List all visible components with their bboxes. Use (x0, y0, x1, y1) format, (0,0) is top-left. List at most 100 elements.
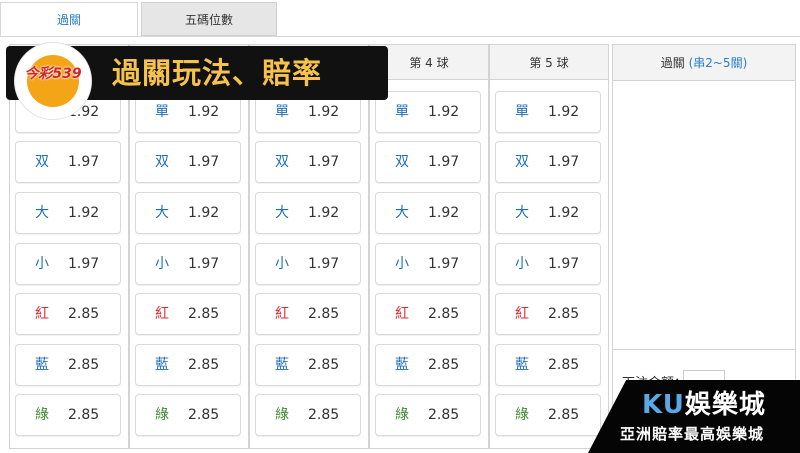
tab-parlay[interactable]: 過關 (0, 2, 138, 36)
ball-column-3: 第 3 球單1.92双1.97大1.92小1.97紅2.85藍2.85綠2.85 (249, 44, 369, 449)
odds-option-value: 2.85 (428, 407, 460, 423)
odds-option-label: 小 (395, 256, 409, 272)
odds-option[interactable]: 綠 2.85 (495, 394, 601, 436)
odds-option[interactable]: 大 1.92 (135, 192, 241, 234)
odds-option-label: 藍 (35, 357, 49, 373)
odds-option-label: 藍 (515, 357, 529, 373)
odds-option-label: 大 (515, 205, 529, 221)
odds-option-label: 小 (35, 256, 49, 272)
odds-option-value: 1.92 (428, 205, 460, 221)
parlay-panel-subtitle: (串2~5關) (688, 56, 748, 70)
odds-option[interactable]: 大 1.92 (495, 192, 601, 234)
odds-option-value: 1.92 (308, 205, 340, 221)
odds-option-label: 紅 (515, 306, 529, 322)
odds-option-value: 2.85 (188, 407, 220, 423)
odds-option-label: 大 (395, 205, 409, 221)
odds-option[interactable]: 單 1.92 (375, 91, 481, 133)
odds-option[interactable]: 双 1.97 (255, 141, 361, 183)
odds-option-label: 紅 (35, 306, 49, 322)
odds-option[interactable]: 綠 2.85 (15, 394, 121, 436)
odds-option-value: 2.85 (68, 407, 100, 423)
odds-option[interactable]: 小 1.97 (255, 243, 361, 285)
odds-option[interactable]: 綠 2.85 (255, 394, 361, 436)
odds-option-value: 2.85 (548, 357, 580, 373)
odds-option-label: 綠 (395, 407, 409, 423)
odds-option-value: 1.97 (68, 256, 100, 272)
lottery-logo: 今彩539 (14, 42, 92, 120)
odds-option[interactable]: 藍 2.85 (135, 344, 241, 386)
odds-option-label: 藍 (155, 357, 169, 373)
odds-option-label: 單 (515, 104, 529, 120)
odds-option-value: 2.85 (548, 407, 580, 423)
odds-option-label: 双 (275, 154, 289, 170)
logo-text: 今彩539 (24, 66, 82, 82)
odds-option-value: 1.92 (68, 205, 100, 221)
odds-option[interactable]: 紅 2.85 (495, 293, 601, 335)
odds-option-value: 2.85 (68, 357, 100, 373)
odds-option-label: 單 (395, 104, 409, 120)
odds-option-label: 双 (35, 154, 49, 170)
odds-option[interactable]: 小 1.97 (495, 243, 601, 285)
odds-option-value: 2.85 (308, 306, 340, 322)
odds-option-value: 2.85 (308, 407, 340, 423)
odds-option[interactable]: 藍 2.85 (375, 344, 481, 386)
odds-option[interactable]: 小 1.97 (135, 243, 241, 285)
odds-option-value: 1.97 (308, 154, 340, 170)
odds-option[interactable]: 大 1.92 (375, 192, 481, 234)
odds-option-value: 2.85 (308, 357, 340, 373)
odds-option-value: 1.97 (428, 256, 460, 272)
odds-option[interactable]: 綠 2.85 (375, 394, 481, 436)
odds-option-value: 1.97 (68, 154, 100, 170)
odds-option-label: 紅 (395, 306, 409, 322)
watermark-brand: KU娛樂城 (642, 384, 766, 421)
odds-option[interactable]: 綠 2.85 (135, 394, 241, 436)
tab-five-digit-position[interactable]: 五碼位數 (141, 2, 277, 36)
odds-option-value: 1.97 (188, 154, 220, 170)
odds-option-label: 藍 (275, 357, 289, 373)
odds-option[interactable]: 紅 2.85 (255, 293, 361, 335)
odds-option-label: 大 (35, 205, 49, 221)
odds-option[interactable]: 藍 2.85 (15, 344, 121, 386)
ball-column-5: 第 5 球單 1.92 双 1.97 大 1.92 小 1.97 紅 2.85 藍 2.85 綠 2.85 (489, 44, 609, 449)
odds-option[interactable]: 單 1.92 (495, 91, 601, 133)
odds-option[interactable]: 双 1.97 (15, 141, 121, 183)
ball-column-header: 第 5 球 (490, 44, 608, 80)
odds-option-value: 2.85 (188, 306, 220, 322)
odds-option-label: 綠 (155, 407, 169, 423)
odds-option[interactable]: 大 1.92 (255, 192, 361, 234)
odds-option-value: 2.85 (188, 357, 220, 373)
odds-option-value: 1.97 (548, 154, 580, 170)
ball-column-4: 第 4 球單 1.92 双 1.97 大 1.92 小 1.97 紅 2.85 藍 2.85 綠 2.85 (369, 44, 489, 449)
odds-option[interactable]: 双 1.97 (495, 141, 601, 183)
odds-option[interactable]: 紅 2.85 (375, 293, 481, 335)
odds-option-label: 大 (155, 205, 169, 221)
odds-option[interactable]: 紅 2.85 (135, 293, 241, 335)
odds-option-label: 小 (275, 256, 289, 272)
ball-column-2: 第 2 球單1.92双1.97大1.92小1.97紅2.85藍2.85綠2.85 (129, 44, 249, 449)
odds-option-label: 小 (155, 256, 169, 272)
parlay-panel-header: 過關 (串2~5關) (613, 45, 795, 81)
odds-option-value: 2.85 (68, 306, 100, 322)
odds-option[interactable]: 小 1.97 (15, 243, 121, 285)
odds-option-label: 綠 (515, 407, 529, 423)
parlay-panel-title: 過關 (660, 56, 685, 70)
odds-option-value: 1.97 (308, 256, 340, 272)
odds-option-value: 2.85 (548, 306, 580, 322)
odds-option[interactable]: 紅 2.85 (15, 293, 121, 335)
odds-option[interactable]: 藍 2.85 (255, 344, 361, 386)
odds-option-label: 双 (155, 154, 169, 170)
odds-option-label: 双 (515, 154, 529, 170)
odds-option[interactable]: 双 1.97 (375, 141, 481, 183)
odds-option-value: 1.92 (428, 104, 460, 120)
odds-option-value: 1.92 (548, 205, 580, 221)
odds-option-label: 紅 (155, 306, 169, 322)
banner-title: 過關玩法、賠率 (112, 56, 323, 90)
odds-option-label: 紅 (275, 306, 289, 322)
watermark-brand-ku: KU (642, 390, 685, 420)
odds-option[interactable]: 藍 2.85 (495, 344, 601, 386)
odds-option[interactable]: 小 1.97 (375, 243, 481, 285)
odds-option[interactable]: 双 1.97 (135, 141, 241, 183)
odds-option-label: 大 (275, 205, 289, 221)
odds-option[interactable]: 大 1.92 (15, 192, 121, 234)
odds-option-value: 2.85 (428, 357, 460, 373)
